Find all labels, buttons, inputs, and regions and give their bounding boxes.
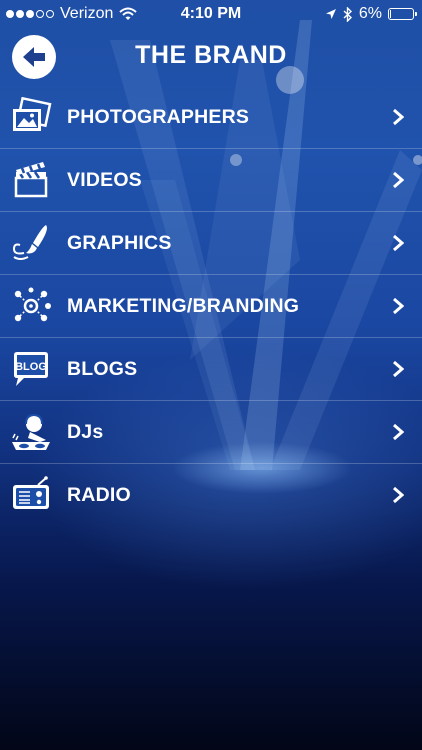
chevron-right-icon xyxy=(393,171,404,189)
bluetooth-icon xyxy=(343,6,352,22)
menu-item-label: BLOGS xyxy=(67,358,138,380)
radio-icon xyxy=(13,476,49,509)
menu-item-graphics[interactable]: GRAPHICS xyxy=(0,212,422,275)
menu-item-videos[interactable]: VIDEOS xyxy=(0,149,422,212)
page-title: THE BRAND xyxy=(135,41,287,69)
menu-item-label: MARKETING/BRANDING xyxy=(67,295,300,317)
battery-percent: 6% xyxy=(358,5,382,22)
chevron-right-icon xyxy=(393,423,404,441)
menu-item-label: PHOTOGRAPHERS xyxy=(67,106,250,128)
menu-item-label: GRAPHICS xyxy=(67,232,172,254)
location-arrow-icon xyxy=(325,9,336,19)
chevron-right-icon xyxy=(393,297,404,315)
photos-icon xyxy=(13,97,52,131)
menu-item-label: DJs xyxy=(67,421,104,443)
menu-item-radio[interactable]: RADIO xyxy=(0,464,422,526)
svg-text:BLOG: BLOG xyxy=(15,361,47,373)
menu-item-blogs[interactable]: BLOG BLOGS xyxy=(0,338,422,401)
menu-item-label: VIDEOS xyxy=(67,169,142,191)
chevron-right-icon xyxy=(393,486,404,504)
network-icon xyxy=(14,287,51,322)
battery-icon xyxy=(388,8,417,20)
chevron-right-icon xyxy=(393,234,404,252)
chevron-right-icon xyxy=(393,360,404,378)
chevron-right-icon xyxy=(393,108,404,126)
menu-item-photographers[interactable]: PHOTOGRAPHERS xyxy=(0,86,422,149)
menu-item-marketing-branding[interactable]: MARKETING/BRANDING xyxy=(0,275,422,338)
header: THE BRAND xyxy=(0,28,422,86)
menu-item-label: RADIO xyxy=(67,484,131,506)
menu-list: PHOTOGRAPHERS VIDEOS GRAPHICS MARKETING/… xyxy=(0,86,422,526)
menu-item-djs[interactable]: DJs xyxy=(0,401,422,464)
clapperboard-icon xyxy=(14,162,48,198)
paintbrush-icon xyxy=(12,225,47,260)
blog-icon: BLOG xyxy=(14,352,48,386)
dj-icon xyxy=(12,413,50,450)
status-bar: Verizon 4:10 PM 6% xyxy=(0,0,422,28)
